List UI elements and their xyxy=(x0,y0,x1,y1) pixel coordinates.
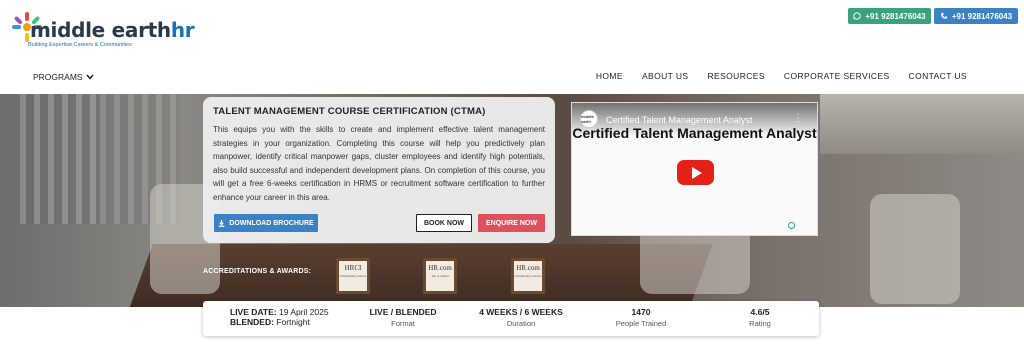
badge-name: HR.com xyxy=(516,264,540,272)
hrci-award-badge: HRCI Outstanding Course xyxy=(336,258,370,294)
nav-home[interactable]: HOME xyxy=(596,71,623,81)
page: middle earthhr Building Expertise,Career… xyxy=(0,0,1024,347)
badge-name: HRCI xyxy=(344,264,362,272)
phone-icon xyxy=(941,12,948,19)
video-thumbnail-heading: Certified Talent Management Analyst xyxy=(572,125,817,141)
book-now-button[interactable]: BOOK NOW xyxy=(416,214,472,232)
play-button-icon[interactable] xyxy=(677,160,714,185)
nav-resources[interactable]: RESOURCES xyxy=(707,71,764,81)
stat-people-trained: 1470 People Trained xyxy=(615,307,667,328)
course-description: This equips you with the skills to creat… xyxy=(213,125,545,202)
badge-subtitle: Top or Award xyxy=(431,274,449,278)
stat-live-date: LIVE DATE: 19 April 2025 BLENDED: Fortni… xyxy=(230,307,329,327)
call-phone-number: +91 9281476043 xyxy=(951,11,1013,21)
site-logo[interactable]: middle earthhr Building Expertise,Career… xyxy=(10,8,195,52)
video-corner-icon xyxy=(788,222,795,229)
badge-name: HR.com xyxy=(428,264,452,272)
nav-programs-dropdown[interactable]: PROGRAMS xyxy=(33,72,94,82)
hrcom-award-badge: HR.com Top or Award xyxy=(423,258,457,294)
badge-subtitle: Outstanding Course xyxy=(514,274,542,278)
whatsapp-phone-number: +91 9281476043 xyxy=(865,11,926,21)
more-options-icon[interactable]: ⋮ xyxy=(793,114,803,124)
call-phone-button[interactable]: +91 9281476043 xyxy=(934,8,1018,24)
logo-wordmark: middle earthhr xyxy=(30,18,195,42)
badge-subtitle: Outstanding Course xyxy=(339,274,367,278)
chevron-down-icon xyxy=(86,74,94,80)
youtube-video-embed[interactable]: middle earth Certified Talent Management… xyxy=(571,102,818,236)
video-title[interactable]: Certified Talent Management Analyst xyxy=(606,115,752,125)
course-stats-bar: LIVE DATE: 19 April 2025 BLENDED: Fortni… xyxy=(203,301,819,336)
hrcom-course-badge: HR.com Outstanding Course xyxy=(511,258,545,294)
nav-programs-label: PROGRAMS xyxy=(33,72,83,82)
enquire-now-button[interactable]: ENQUIRE NOW xyxy=(478,214,545,232)
logo-tagline: Building Expertise,Careers & Communities xyxy=(28,42,132,48)
download-brochure-label: DOWNLOAD BROCHURE xyxy=(229,219,314,227)
course-title: TALENT MANAGEMENT COURSE CERTIFICATION (… xyxy=(213,106,486,117)
stat-format: LIVE / BLENDED Format xyxy=(369,307,437,328)
stat-duration: 4 WEEKS / 6 WEEKS Duration xyxy=(479,307,563,328)
accreditations-label: ACCREDITATIONS & AWARDS: xyxy=(203,268,312,275)
whatsapp-icon xyxy=(853,12,862,20)
stat-rating: 4.6/5 Rating xyxy=(749,307,771,328)
nav-about-us[interactable]: ABOUT US xyxy=(642,71,689,81)
download-brochure-button[interactable]: DOWNLOAD BROCHURE xyxy=(214,214,318,232)
nav-contact-us[interactable]: CONTACT US xyxy=(909,71,967,81)
main-nav: HOME ABOUT US RESOURCES CORPORATE SERVIC… xyxy=(596,71,967,81)
download-icon xyxy=(218,219,225,227)
nav-corporate-services[interactable]: CORPORATE SERVICES xyxy=(784,71,890,81)
whatsapp-phone-button[interactable]: +91 9281476043 xyxy=(848,8,931,24)
